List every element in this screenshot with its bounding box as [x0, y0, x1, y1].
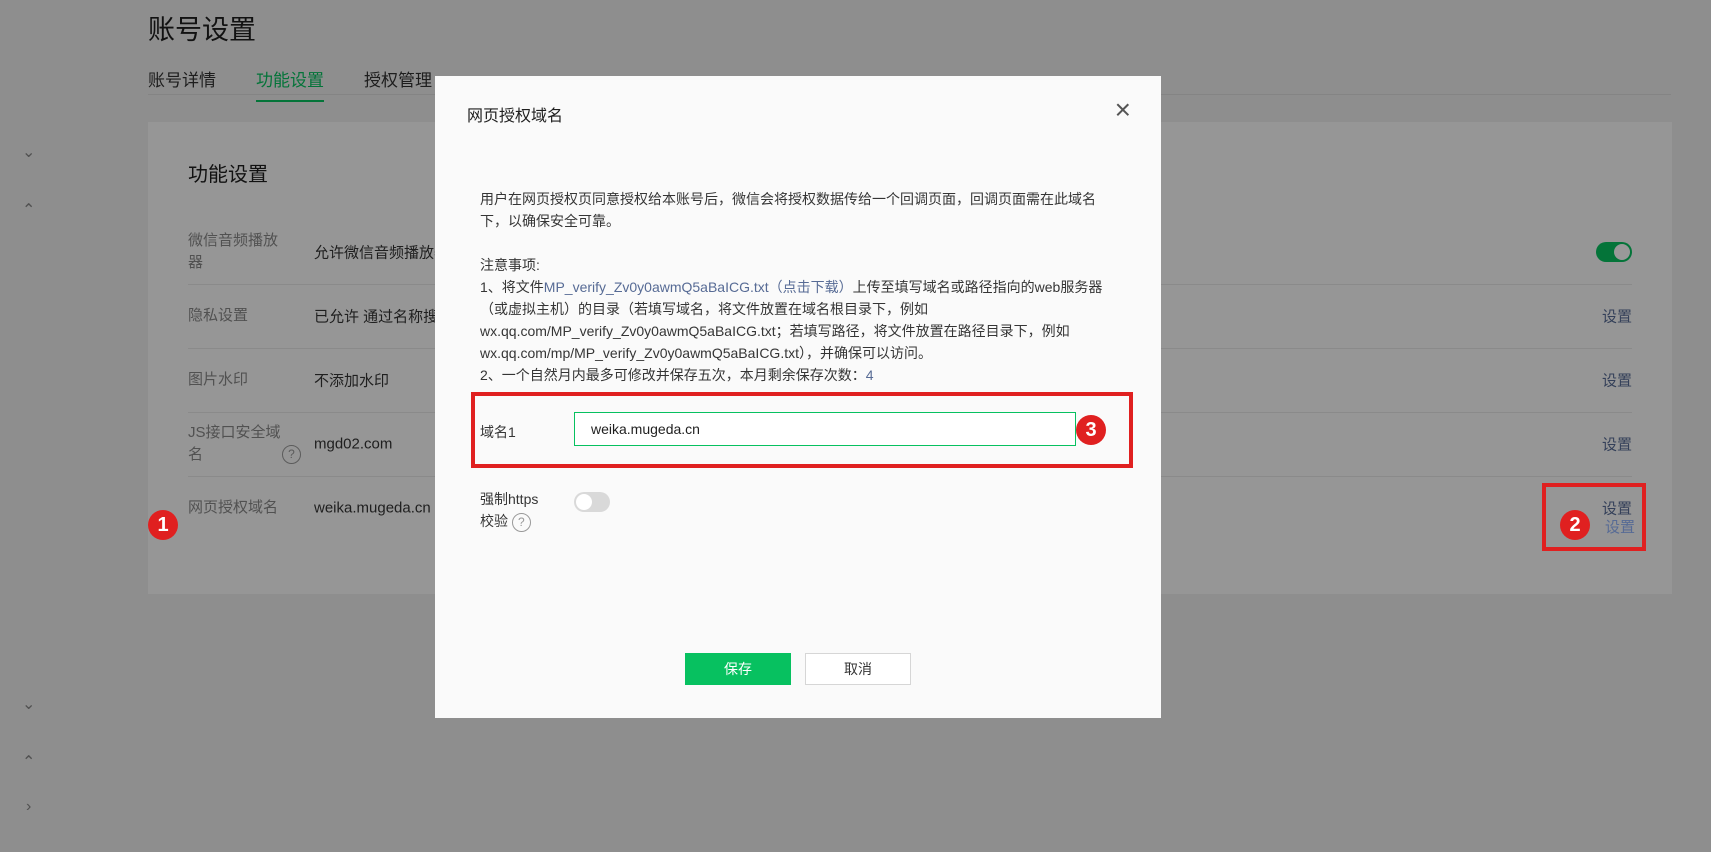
remaining-save-count: 4 — [865, 367, 874, 383]
web-auth-domain-dialog: 网页授权域名 × 用户在网页授权页同意授权给本账号后，微信会将授权数据传给一个回… — [435, 76, 1161, 718]
step-marker-1: 1 — [148, 510, 178, 540]
verify-file-download-link[interactable]: MP_verify_Zv0y0awmQ5aBaICG.txt（点击下载） — [544, 279, 853, 295]
step-marker-3: 3 — [1076, 415, 1106, 445]
dialog-title: 网页授权域名 — [467, 108, 564, 125]
notes-section: 注意事项: 1、将文件MP_verify_Zv0y0awmQ5aBaICG.tx… — [480, 254, 1120, 386]
step-marker-2: 2 — [1560, 510, 1590, 540]
note-2-prefix: 2、一个自然月内最多可修改并保存五次，本月剩余保存次数： — [480, 367, 866, 383]
note-2: 2、一个自然月内最多可修改并保存五次，本月剩余保存次数：4 — [480, 364, 1120, 386]
force-https-label-line1: 强制https — [480, 491, 539, 507]
help-icon[interactable]: ? — [511, 512, 531, 532]
settings-link-highlighted[interactable]: 设置 — [1605, 516, 1635, 537]
note-1: 1、将文件MP_verify_Zv0y0awmQ5aBaICG.txt（点击下载… — [480, 276, 1120, 364]
domain-1-label: 域名1 — [480, 424, 516, 440]
close-icon[interactable]: × — [1115, 96, 1131, 124]
notes-title: 注意事项: — [480, 257, 540, 273]
cancel-button[interactable]: 取消 — [805, 653, 911, 685]
domain-1-input[interactable] — [574, 412, 1076, 446]
force-https-toggle[interactable] — [574, 492, 610, 512]
force-https-label: 强制https 校验 ? — [480, 488, 538, 532]
save-button[interactable]: 保存 — [685, 653, 791, 685]
dialog-description: 用户在网页授权页同意授权给本账号后，微信会将授权数据传给一个回调页面，回调页面需… — [480, 191, 1096, 229]
force-https-label-line2: 校验 ? — [480, 510, 538, 532]
note-1-prefix: 1、将文件 — [480, 279, 544, 295]
